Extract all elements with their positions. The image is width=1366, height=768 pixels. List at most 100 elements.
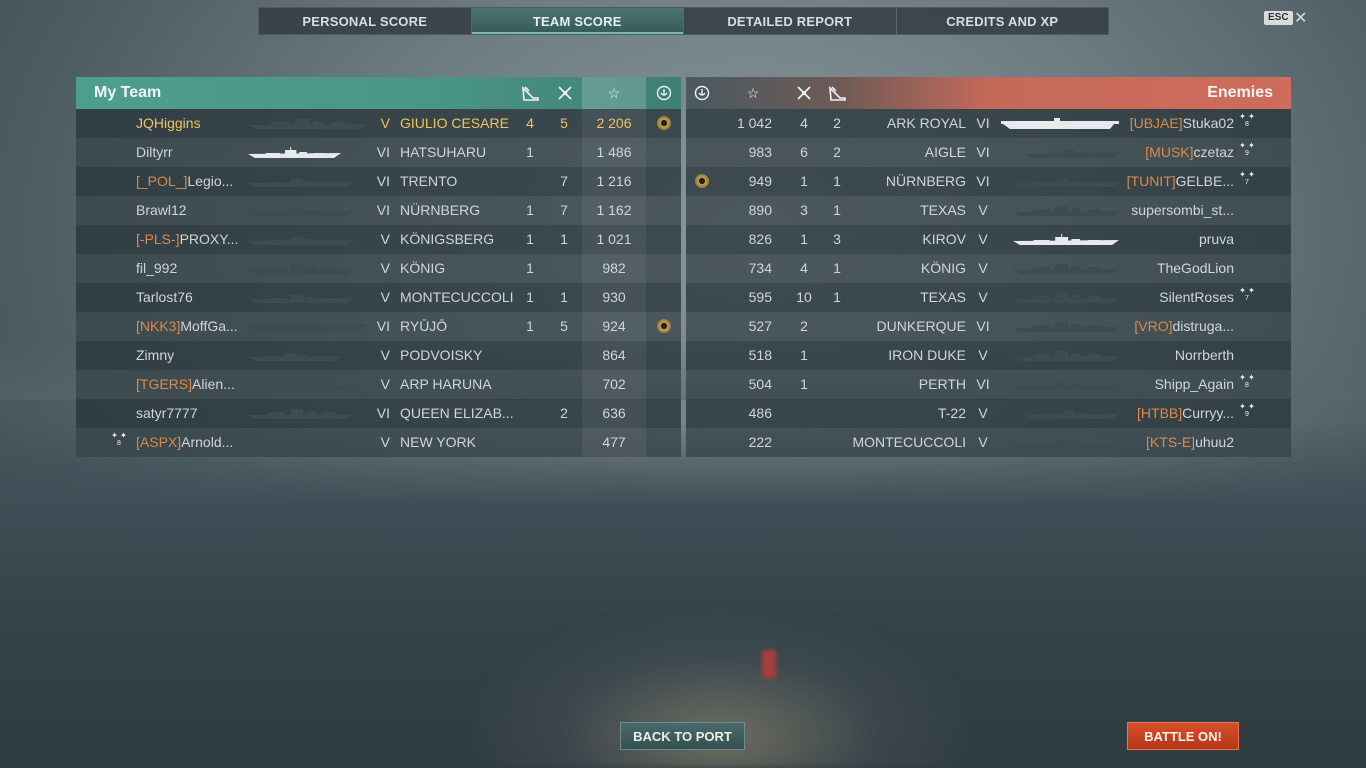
player-row[interactable]: Brawl12 VI NÜRNBERG 1 7 1 162 — [76, 196, 681, 225]
ship-silhouette — [247, 263, 355, 275]
close-icon[interactable]: ✕ — [1294, 8, 1307, 28]
player-name: fil_992 — [136, 254, 244, 283]
player-row[interactable]: [NKK3]MoffGa... VI RYŪJŌ 1 5 924 — [76, 312, 681, 341]
ship-silhouette — [247, 292, 355, 304]
ship-name: TEXAS — [920, 289, 966, 305]
player-row[interactable]: 527 2 DUNKERQUE VI [VRO]distruga... — [686, 312, 1291, 341]
my-team-list: JQHiggins V GIULIO CESARE 4 5 2 206 Diltyrr VI H… — [76, 109, 681, 457]
player-label: satyr7777 — [136, 405, 198, 421]
base-xp-score: 504 — [748, 376, 772, 392]
planes-destroyed: 1 — [526, 318, 534, 334]
tab-team-score[interactable]: TEAM SCORE — [471, 8, 684, 34]
player-row[interactable]: 949 1 1 NÜRNBERG VI [TUNIT]GELBE... ✦ ✦ 7 — [686, 167, 1291, 196]
base-xp-score: 1 042 — [736, 115, 772, 131]
tab-personal-score[interactable]: PERSONAL SCORE — [259, 8, 472, 34]
player-row[interactable]: ✦ ✦ 8 [ASPX]Arnold... V NEW YORK 477 — [76, 428, 681, 457]
clan-tag: [TUNIT] — [1126, 173, 1176, 189]
ship-silhouette — [247, 234, 355, 246]
player-row[interactable]: JQHiggins V GIULIO CESARE 4 5 2 206 — [76, 109, 681, 138]
clan-tag: [TGERS] — [136, 376, 193, 392]
player-row[interactable]: 734 4 1 KÖNIG V TheGodLion — [686, 254, 1291, 283]
player-row[interactable]: satyr7777 VI QUEEN ELIZAB... 2 636 — [76, 399, 681, 428]
player-row[interactable]: Tarlost76 V MONTECUCCOLI 1 1 930 — [76, 283, 681, 312]
ship-tier: V — [380, 289, 390, 305]
stars-count: 8 — [1245, 121, 1249, 128]
stars-badge: ✦ ✦ 9 — [1236, 142, 1258, 158]
base-capture-icon[interactable] — [654, 83, 674, 103]
base-capture-icon[interactable] — [692, 83, 712, 103]
base-xp-score: 734 — [748, 260, 772, 276]
ship-tier: V — [380, 434, 390, 450]
player-row[interactable]: Diltyrr VI HATSUHARU 1 1 486 — [76, 138, 681, 167]
player-row[interactable]: fil_992 V KÖNIG 1 982 — [76, 254, 681, 283]
planes-destroyed: 1 — [526, 144, 534, 160]
ships-destroyed: 1 — [800, 376, 808, 392]
player-label: Brawl12 — [136, 202, 187, 218]
player-row[interactable]: [TGERS]Alien... V ARP HARUNA 702 — [76, 370, 681, 399]
player-name: Diltyrr — [136, 138, 244, 167]
clan-tag: [MUSK] — [1145, 144, 1194, 160]
kill-icon[interactable] — [555, 83, 575, 103]
player-row[interactable]: 983 6 2 AIGLE VI [MUSK]czetaz ✦ ✦ 9 — [686, 138, 1291, 167]
player-row[interactable]: 595 10 1 TEXAS V SilentRoses ✦ ✦ 7 — [686, 283, 1291, 312]
ship-silhouette — [247, 408, 355, 420]
clan-tag: [_POL_] — [136, 173, 188, 189]
ship-tier: V — [380, 115, 390, 131]
planes-destroyed: 1 — [526, 260, 534, 276]
player-row[interactable]: Zimny V PODVOISKY 864 — [76, 341, 681, 370]
plane-kill-icon[interactable] — [827, 83, 847, 103]
enemies-header: Enemies ☆ — [686, 77, 1291, 109]
ship-name: NÜRNBERG — [885, 173, 966, 189]
ship-silhouette — [247, 118, 367, 130]
player-name: TheGodLion — [1122, 254, 1234, 283]
ships-destroyed: 4 — [800, 115, 808, 131]
kill-icon[interactable] — [794, 83, 814, 103]
ship-silhouette — [1000, 118, 1120, 130]
player-label: Tarlost76 — [136, 289, 193, 305]
star-icon[interactable]: ☆ — [604, 83, 624, 103]
plane-kill-icon[interactable] — [520, 83, 540, 103]
base-xp-score: 486 — [748, 405, 772, 421]
ship-silhouette — [247, 379, 355, 391]
ship-silhouette — [1012, 379, 1120, 391]
stars-badge: ✦ ✦ 8 — [1236, 113, 1258, 129]
stars-count: 9 — [1245, 150, 1249, 157]
planes-destroyed — [520, 370, 540, 399]
base-xp-score: 864 — [582, 341, 646, 370]
player-row[interactable]: [_POL_]Legio... VI TRENTO 7 1 216 — [76, 167, 681, 196]
player-row[interactable]: 518 1 IRON DUKE V Norrberth — [686, 341, 1291, 370]
player-row[interactable]: 1 042 4 2 ARK ROYAL VI [UBJAE]Stuka02 ✦ ✦ 8 — [686, 109, 1291, 138]
ships-destroyed: 3 — [800, 202, 808, 218]
player-label: supersombi_st... — [1131, 202, 1234, 218]
ships-destroyed — [794, 399, 814, 428]
player-row[interactable]: 486 T-22 V [HTBB]Curryy... ✦ ✦ 9 — [686, 399, 1291, 428]
player-row[interactable]: 222 MONTECUCCOLI V [KTS-E]uhuu2 — [686, 428, 1291, 457]
ships-destroyed — [554, 254, 574, 283]
planes-destroyed: 1 — [526, 202, 534, 218]
player-row[interactable]: 504 1 PERTH VI Shipp_Again ✦ ✦ 8 — [686, 370, 1291, 399]
star-icon[interactable]: ☆ — [743, 83, 763, 103]
ship-name: ARP HARUNA — [400, 376, 492, 392]
base-xp-score: 1 216 — [582, 167, 646, 196]
ships-destroyed: 6 — [800, 144, 808, 160]
player-row[interactable]: [-PLS-]PROXY... V KÖNIGSBERG 1 1 1 021 — [76, 225, 681, 254]
medal-icon — [657, 116, 671, 130]
back-to-port-button[interactable]: BACK TO PORT — [620, 722, 745, 750]
tab-credits-xp[interactable]: CREDITS AND XP — [897, 8, 1109, 34]
ship-name: QUEEN ELIZAB... — [400, 405, 514, 421]
tab-detailed-report[interactable]: DETAILED REPORT — [684, 8, 897, 34]
player-name: Tarlost76 — [136, 283, 244, 312]
base-xp-score: 983 — [748, 144, 772, 160]
player-name: Shipp_Again — [1122, 370, 1234, 399]
player-row[interactable]: 890 3 1 TEXAS Vsupersombi_st... — [686, 196, 1291, 225]
my-team-title: My Team — [94, 84, 162, 101]
ship-name: KÖNIG — [920, 260, 966, 276]
player-row[interactable]: 826 1 3 KIROV Vpruva — [686, 225, 1291, 254]
base-xp-score: 1 486 — [582, 138, 646, 167]
enemies-panel: Enemies ☆ 1 042 4 2 ARK ROYAL VI [UBJAE]Stuka… — [686, 77, 1291, 457]
base-xp-score: 595 — [748, 289, 772, 305]
ship-silhouette — [1025, 147, 1120, 159]
battle-on-button[interactable]: BATTLE ON! — [1127, 722, 1239, 750]
ships-destroyed — [554, 428, 574, 457]
stars-count: 9 — [1245, 411, 1249, 418]
